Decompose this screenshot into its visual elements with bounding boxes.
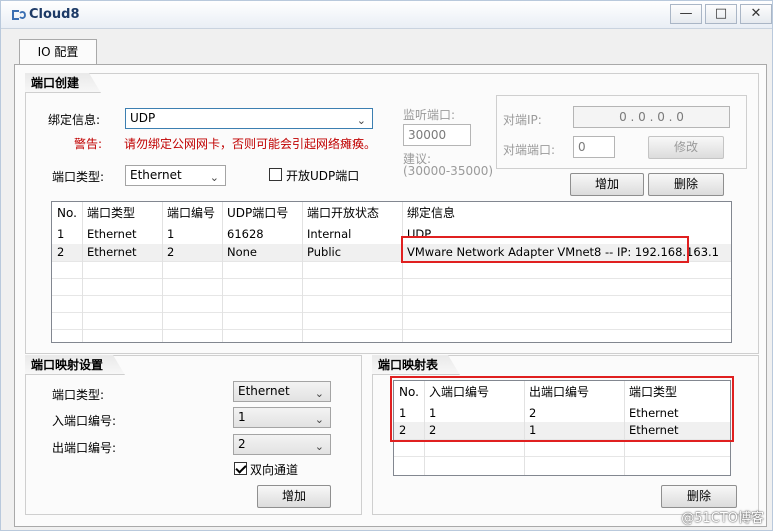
modify-button[interactable]: 修改: [648, 136, 724, 159]
bind-info-value: UDP: [130, 111, 156, 125]
row-divider: [394, 456, 730, 457]
port-type-select[interactable]: Ethernet ⌄: [125, 165, 226, 186]
listen-port-label: 监听端口:: [403, 108, 456, 122]
header-port-number[interactable]: 端口编号: [162, 202, 222, 224]
column-divider: [222, 202, 223, 342]
out-port-value: 2: [238, 437, 246, 451]
open-udp-checkbox[interactable]: [269, 168, 282, 181]
bind-info-label: 绑定信息:: [48, 113, 101, 127]
port-type-label: 端口类型:: [52, 170, 105, 184]
warning-text: 请勿绑定公网网卡，否则可能会引起网络瘫痪。: [124, 137, 377, 151]
tab-io-config[interactable]: IO 配置: [19, 39, 97, 65]
minimize-button[interactable]: —: [670, 4, 702, 24]
header-port-type[interactable]: 端口类型: [82, 202, 162, 224]
highlight-box-bind-info: [401, 236, 689, 263]
in-port-select[interactable]: 1 ⌄: [233, 407, 331, 428]
open-udp-label: 开放UDP端口: [286, 169, 360, 183]
minimize-icon: —: [679, 6, 693, 21]
suggest-range: (30000-35000): [403, 164, 494, 178]
port-table-header: No. 端口类型 端口编号 UDP端口号 端口开放状态 绑定信息: [52, 202, 731, 224]
highlight-box-port-map: [390, 376, 734, 442]
peer-port-label: 对端端口:: [503, 143, 556, 157]
out-port-select[interactable]: 2 ⌄: [233, 434, 331, 455]
cell-port-number: 1: [167, 227, 175, 241]
in-port-label: 入端口编号:: [52, 414, 117, 428]
cell-port-number: 2: [167, 245, 175, 259]
port-create-title: 端口创建: [25, 73, 101, 93]
peer-port-input[interactable]: 0: [573, 136, 615, 158]
map-port-type-select[interactable]: Ethernet ⌄: [233, 381, 331, 402]
out-port-label: 出端口编号:: [52, 441, 117, 455]
map-add-button[interactable]: 增加: [257, 485, 331, 508]
port-create-group: 端口创建 绑定信息: UDP ⌄ 警告: 请勿绑定公网网卡，否则可能会引起网络瘫…: [25, 73, 759, 354]
port-map-table-title: 端口映射表: [372, 355, 460, 375]
port-map-settings-title: 端口映射设置: [25, 355, 125, 375]
cell-udp-port: 61628: [227, 227, 264, 241]
column-divider: [302, 202, 303, 342]
chevron-down-icon: ⌄: [314, 413, 324, 426]
port-add-button[interactable]: 增加: [570, 173, 644, 196]
cell-port-type: Ethernet: [87, 245, 137, 259]
listen-port-input[interactable]: 30000: [403, 124, 471, 146]
header-udp-port[interactable]: UDP端口号: [222, 202, 302, 224]
bind-info-select[interactable]: UDP ⌄: [125, 108, 373, 129]
title-bar[interactable]: Cloud8 — □ ✕: [1, 1, 772, 29]
column-divider: [402, 202, 403, 342]
peer-ip-input[interactable]: 0 . 0 . 0 . 0: [573, 106, 730, 128]
chevron-down-icon: ⌄: [209, 171, 219, 184]
cell-no: 1: [57, 227, 65, 241]
cloud-config-window: Cloud8 — □ ✕ IO 配置 端口创建 绑定信息: UDP ⌄ 警告: …: [0, 0, 773, 531]
port-map-table-group: 端口映射表 No. 入端口编号 出端口编号 端口类型 1 1 2 Etherne…: [372, 355, 759, 515]
cell-port-type: Ethernet: [87, 227, 137, 241]
port-table[interactable]: No. 端口类型 端口编号 UDP端口号 端口开放状态 绑定信息 1 Ether…: [51, 201, 732, 343]
watermark: @51CTO博客: [681, 511, 764, 526]
cell-udp-port: None: [227, 245, 258, 259]
bidirectional-checkbox[interactable]: [234, 462, 247, 475]
close-icon: ✕: [750, 6, 762, 21]
map-port-type-value: Ethernet: [238, 384, 290, 398]
row-divider: [52, 295, 731, 296]
map-port-type-label: 端口类型:: [52, 388, 105, 402]
peer-settings-box: 对端IP: 0 . 0 . 0 . 0 对端端口: 0 修改: [496, 95, 747, 169]
cloud-app-icon: [12, 10, 26, 20]
column-divider: [162, 202, 163, 342]
io-config-panel: 端口创建 绑定信息: UDP ⌄ 警告: 请勿绑定公网网卡，否则可能会引起网络瘫…: [14, 64, 767, 527]
peer-ip-value: 0 . 0 . 0 . 0: [619, 110, 684, 124]
header-bind-info[interactable]: 绑定信息: [402, 202, 702, 224]
warning-label: 警告:: [74, 137, 103, 151]
chevron-down-icon: ⌄: [356, 114, 366, 127]
peer-ip-label: 对端IP:: [503, 113, 542, 127]
cell-open-state: Internal: [307, 227, 352, 241]
in-port-value: 1: [238, 410, 246, 424]
row-divider: [52, 329, 731, 330]
row-divider: [52, 278, 731, 279]
column-divider: [82, 202, 83, 342]
close-button[interactable]: ✕: [740, 4, 772, 24]
port-map-settings-group: 端口映射设置 端口类型: Ethernet ⌄ 入端口编号: 1 ⌄ 出端口编号…: [25, 355, 362, 515]
chevron-down-icon: ⌄: [314, 440, 324, 453]
port-delete-button[interactable]: 删除: [648, 173, 724, 196]
maximize-button[interactable]: □: [705, 4, 737, 24]
header-no[interactable]: No.: [52, 202, 82, 224]
bidirectional-label: 双向通道: [250, 463, 299, 477]
cell-open-state: Public: [307, 245, 342, 259]
maximize-icon: □: [714, 6, 728, 21]
header-open-state[interactable]: 端口开放状态: [302, 202, 402, 224]
window-title: Cloud8: [29, 7, 80, 22]
map-delete-button[interactable]: 删除: [661, 485, 737, 508]
cell-no: 2: [57, 245, 65, 259]
port-type-value: Ethernet: [130, 168, 182, 182]
chevron-down-icon: ⌄: [314, 387, 324, 400]
row-divider: [52, 312, 731, 313]
